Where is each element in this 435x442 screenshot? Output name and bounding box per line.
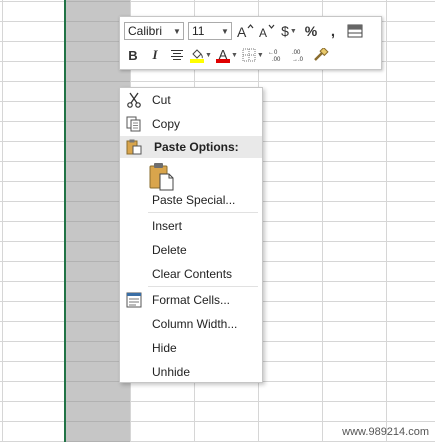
mini-toolbar: Calibri ▼ 11 ▼ A A $ ▼ % , B I ▼ A ▼ ▼ ←…	[119, 16, 382, 70]
format-cells-icon	[125, 291, 143, 309]
percent-icon: %	[304, 23, 318, 39]
svg-text:←0: ←0	[268, 50, 278, 56]
currency-icon: $	[281, 23, 289, 39]
context-menu: Cut Copy Paste Options: Paste Special...…	[119, 87, 263, 383]
font-name-value: Calibri	[128, 24, 163, 38]
menu-item-label: Unhide	[152, 365, 191, 379]
italic-button[interactable]: I	[146, 45, 164, 65]
font-name-combo[interactable]: Calibri ▼	[124, 22, 184, 40]
menu-item-label: Clear Contents	[152, 267, 233, 281]
format-painter-button[interactable]	[312, 45, 330, 65]
menu-divider	[148, 286, 258, 287]
increase-font-size-button[interactable]: A	[236, 21, 254, 41]
chevron-down-icon[interactable]: ▼	[257, 52, 264, 59]
font-color-swatch	[215, 58, 230, 63]
chevron-down-icon[interactable]: ▼	[219, 27, 231, 36]
paste-options-header: Paste Options:	[120, 136, 262, 158]
menu-item-insert[interactable]: Insert	[120, 215, 262, 237]
fill-color-button[interactable]: ▼	[190, 45, 212, 65]
chevron-down-icon[interactable]: ▼	[171, 27, 183, 36]
scissors-icon	[125, 91, 143, 109]
align-center-icon	[171, 50, 183, 60]
percent-style-button[interactable]: %	[302, 21, 320, 41]
menu-item-label: Column Width...	[152, 317, 238, 331]
mini-toolbar-row-2: B I ▼ A ▼ ▼ ←0 .00 .00 →.0	[124, 44, 334, 66]
decrease-font-size-icon: A	[259, 24, 275, 39]
borders-icon	[242, 48, 256, 62]
paste-button[interactable]	[148, 162, 176, 192]
chevron-down-icon[interactable]: ▼	[290, 28, 297, 35]
fill-color-swatch	[190, 58, 204, 63]
table-icon	[347, 24, 363, 38]
bold-button[interactable]: B	[124, 45, 142, 65]
decrease-decimal-button[interactable]: .00 →.0	[290, 45, 308, 65]
menu-item-format-cells[interactable]: Format Cells...	[120, 289, 262, 311]
paste-options-label: Paste Options:	[154, 140, 239, 154]
menu-item-hide[interactable]: Hide	[120, 337, 262, 359]
clipboard-icon	[125, 138, 143, 156]
svg-text:A: A	[237, 24, 247, 39]
menu-item-unhide[interactable]: Unhide	[120, 361, 262, 383]
menu-divider	[148, 212, 258, 213]
center-align-button[interactable]	[168, 45, 186, 65]
chevron-down-icon[interactable]: ▼	[205, 52, 212, 59]
menu-item-label: Hide	[152, 341, 177, 355]
comma-style-button[interactable]: ,	[324, 21, 342, 41]
menu-item-cut[interactable]: Cut	[120, 89, 262, 111]
watermark-text: www.989214.com	[342, 426, 429, 438]
increase-decimal-button[interactable]: ←0 .00	[268, 45, 286, 65]
svg-text:A: A	[259, 26, 267, 39]
svg-text:.00: .00	[272, 57, 281, 62]
chevron-down-icon[interactable]: ▼	[231, 52, 238, 59]
format-as-table-button[interactable]	[346, 21, 364, 41]
svg-text:→.0: →.0	[292, 57, 304, 62]
clipboard-paste-icon	[149, 163, 174, 191]
borders-button[interactable]: ▼	[242, 45, 264, 65]
comma-icon: ,	[330, 22, 336, 40]
menu-item-copy[interactable]: Copy	[120, 113, 262, 135]
menu-item-delete[interactable]: Delete	[120, 239, 262, 261]
menu-item-label: Cut	[152, 93, 171, 107]
copy-icon	[125, 115, 143, 133]
increase-font-size-icon: A	[237, 24, 254, 39]
decrease-font-size-button[interactable]: A	[258, 21, 276, 41]
menu-item-label: Insert	[152, 219, 183, 233]
font-size-combo[interactable]: 11 ▼	[188, 22, 232, 40]
menu-item-label: Format Cells...	[152, 293, 231, 307]
menu-item-label: Delete	[152, 243, 187, 257]
menu-item-paste-special[interactable]: Paste Special...	[120, 189, 262, 211]
accounting-format-button[interactable]: $ ▼	[280, 21, 298, 41]
menu-item-label: Paste Special...	[152, 193, 236, 207]
increase-decimal-icon: ←0 .00	[268, 50, 281, 62]
font-size-value: 11	[192, 24, 205, 38]
menu-item-clear-contents[interactable]: Clear Contents	[120, 263, 262, 285]
svg-text:.00: .00	[292, 50, 301, 56]
menu-item-column-width[interactable]: Column Width...	[120, 313, 262, 335]
mini-toolbar-row-1: Calibri ▼ 11 ▼ A A $ ▼ % ,	[124, 20, 368, 42]
format-painter-icon	[313, 48, 329, 61]
menu-item-label: Copy	[152, 117, 181, 131]
decrease-decimal-icon: .00 →.0	[292, 50, 304, 62]
font-color-button[interactable]: A ▼	[215, 45, 238, 65]
